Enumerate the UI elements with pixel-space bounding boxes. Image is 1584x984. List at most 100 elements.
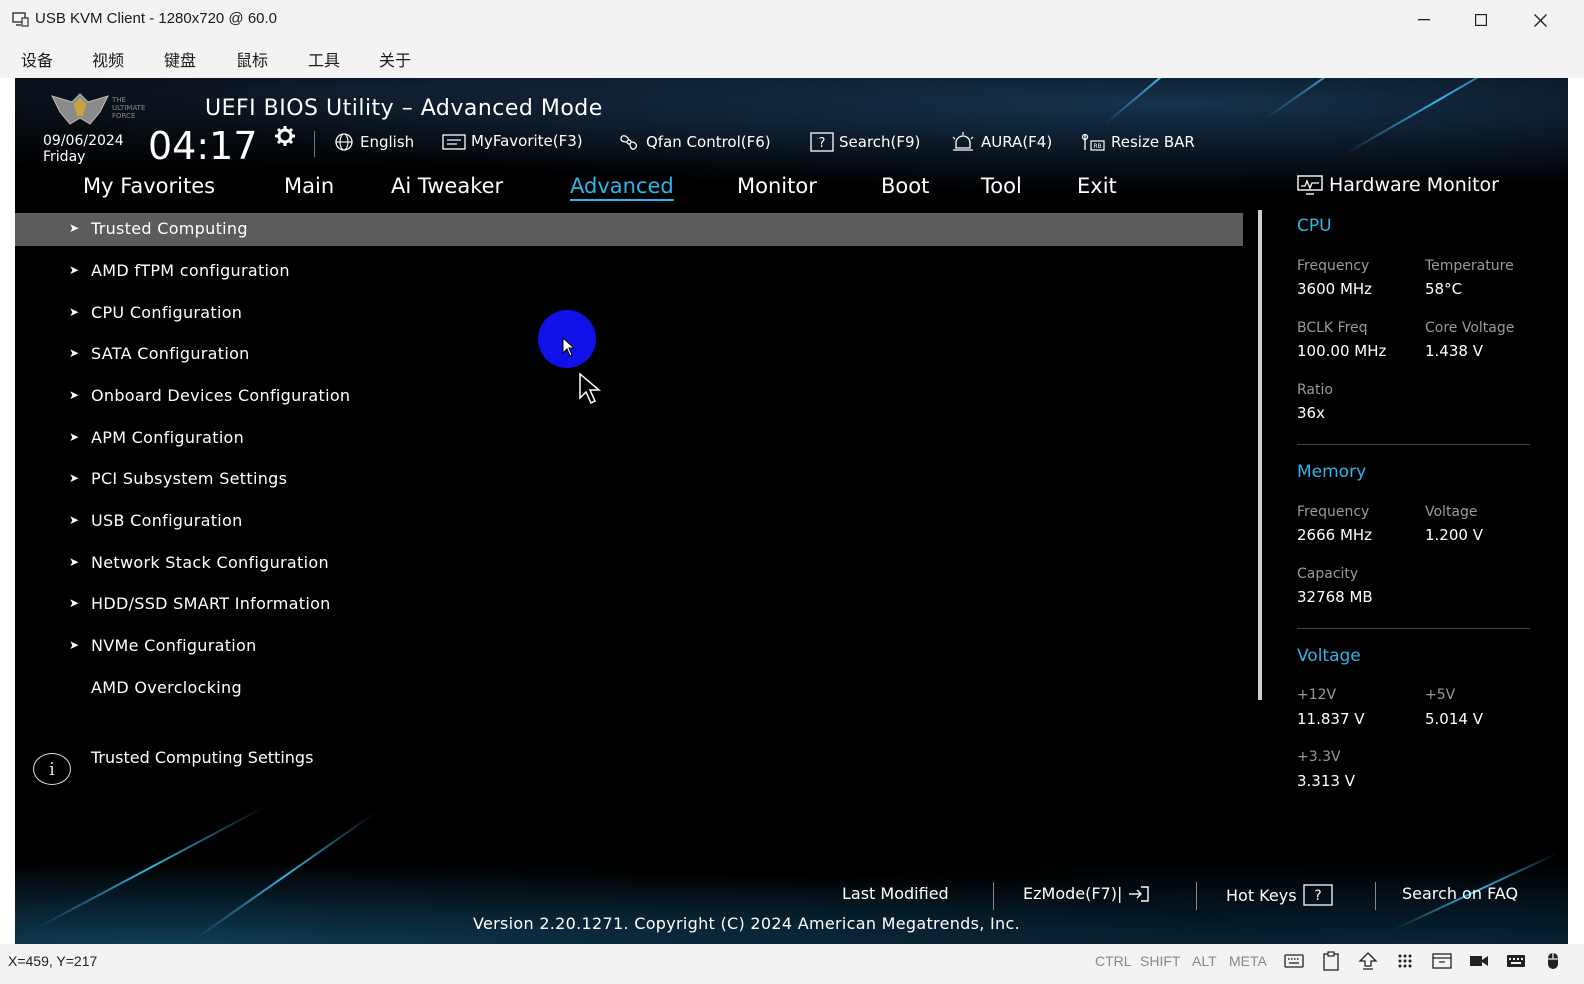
aura-label: AURA(F4) [981, 133, 1053, 151]
upload-icon[interactable] [1357, 951, 1379, 971]
tab-my-favorites[interactable]: My Favorites [83, 174, 215, 198]
menu-item-apm-configuration[interactable]: ➤ APM Configuration [15, 422, 1243, 455]
svg-text:?: ? [1314, 888, 1321, 904]
ezmode-button[interactable]: EzMode(F7)| [1023, 884, 1150, 903]
svg-text:THE: THE [111, 96, 126, 104]
menu-scrollbar[interactable] [1258, 210, 1262, 700]
cursor-arrow-icon [579, 372, 602, 405]
menu-item-hdd-ssd-smart[interactable]: ➤ HDD/SSD SMART Information [15, 588, 1243, 621]
grid-dots-icon[interactable] [1394, 951, 1416, 971]
tuf-logo: THE ULTIMATE FORCE [51, 93, 145, 125]
window-icon[interactable] [1431, 951, 1453, 971]
chevron-right-icon: ➤ [69, 638, 80, 652]
info-icon: i [33, 753, 71, 785]
bios-screen[interactable]: THE ULTIMATE FORCE UEFI BIOS Utility – A… [15, 78, 1568, 944]
tab-boot[interactable]: Boot [881, 174, 929, 198]
mem-frequency-value: 2666 MHz [1297, 526, 1373, 544]
close-icon [1533, 13, 1547, 27]
menu-item-trusted-computing[interactable]: ➤ Trusted Computing [15, 213, 1243, 246]
menu-tools[interactable]: 工具 [308, 47, 340, 71]
last-modified-button[interactable]: Last Modified [842, 884, 949, 903]
core-voltage-label: Core Voltage [1425, 320, 1515, 336]
gear-icon[interactable] [274, 125, 296, 147]
help-box-icon: ? [810, 132, 834, 152]
mouse-icon[interactable] [1542, 951, 1564, 971]
search-label: Search(F9) [839, 133, 921, 151]
video-camera-icon[interactable] [1468, 951, 1490, 971]
key-alt[interactable]: ALT [1192, 953, 1217, 969]
v33-label: +3.3V [1297, 749, 1341, 765]
tab-advanced[interactable]: Advanced [570, 174, 674, 198]
key-meta[interactable]: META [1229, 953, 1267, 969]
tab-exit[interactable]: Exit [1077, 174, 1117, 198]
resizebar-button[interactable]: RB Resize BAR [1080, 132, 1195, 152]
hm-section-memory: Memory [1297, 462, 1367, 482]
chevron-right-icon: ➤ [69, 388, 80, 402]
menu-video[interactable]: 视频 [92, 47, 124, 71]
chevron-right-icon: ➤ [69, 263, 80, 277]
qfan-button[interactable]: Qfan Control(F6) [617, 132, 771, 152]
hotkeys-button[interactable]: Hot Keys ? [1226, 884, 1333, 906]
close-button[interactable] [1511, 0, 1569, 40]
mem-voltage-label: Voltage [1425, 504, 1478, 520]
header-divider [314, 131, 315, 157]
resizebar-label: Resize BAR [1111, 133, 1195, 151]
menu-item-cpu-configuration[interactable]: ➤ CPU Configuration [15, 297, 1243, 330]
clock[interactable]: 04:17 [148, 124, 258, 168]
menu-item-onboard-devices[interactable]: ➤ Onboard Devices Configuration [15, 380, 1243, 413]
tab-monitor[interactable]: Monitor [737, 174, 817, 198]
key-shift[interactable]: SHIFT [1140, 953, 1180, 969]
maximize-icon [1475, 14, 1487, 26]
title-bar: USB KVM Client - 1280x720 @ 60.0 [0, 0, 1584, 40]
tab-tool[interactable]: Tool [981, 174, 1022, 198]
maximize-button[interactable] [1452, 0, 1510, 40]
menu-item-pci-subsystem[interactable]: ➤ PCI Subsystem Settings [15, 463, 1243, 496]
menu-keyboard[interactable]: 键盘 [164, 47, 196, 71]
myfavorite-button[interactable]: MyFavorite(F3) [442, 132, 583, 150]
minimize-button[interactable] [1395, 0, 1453, 40]
keyboard-solid-icon[interactable] [1505, 951, 1527, 971]
chevron-right-icon: ➤ [69, 471, 80, 485]
fan-icon [620, 135, 638, 150]
copyright-text: Version 2.20.1271. Copyright (C) 2024 Am… [473, 914, 1020, 933]
clipboard-icon[interactable] [1320, 951, 1342, 971]
menu-item-amd-ftpm[interactable]: ➤ AMD fTPM configuration [15, 255, 1243, 288]
menu-about[interactable]: 关于 [379, 47, 411, 71]
search-faq-button[interactable]: Search on FAQ [1402, 884, 1518, 903]
menu-item-usb-configuration[interactable]: ➤ USB Configuration [15, 505, 1243, 538]
menu-device[interactable]: 设备 [21, 47, 53, 71]
menu-item-amd-overclocking[interactable]: AMD Overclocking [15, 672, 1243, 705]
minimize-icon [1418, 19, 1430, 21]
chevron-right-icon: ➤ [69, 555, 80, 569]
cpu-temperature-value: 58°C [1425, 280, 1463, 298]
menu-item-sata-configuration[interactable]: ➤ SATA Configuration [15, 338, 1243, 371]
tab-ai-tweaker[interactable]: Ai Tweaker [391, 174, 503, 198]
mem-voltage-value: 1.200 V [1425, 526, 1483, 544]
search-button[interactable]: ? Search(F9) [810, 132, 920, 152]
resize-bar-icon: RB [1081, 133, 1105, 151]
help-box-icon: ? [1302, 884, 1333, 906]
svg-text:RB: RB [1093, 143, 1101, 150]
keyboard-icon[interactable] [1283, 951, 1305, 971]
svg-text:ULTIMATE: ULTIMATE [112, 104, 145, 112]
hm-divider [1297, 628, 1530, 629]
cpu-temperature-label: Temperature [1425, 258, 1514, 274]
footer-divider [1196, 882, 1197, 910]
menu-item-network-stack[interactable]: ➤ Network Stack Configuration [15, 547, 1243, 580]
hm-divider [1297, 444, 1530, 445]
key-ctrl[interactable]: CTRL [1095, 953, 1132, 969]
menu-item-nvme-configuration[interactable]: ➤ NVMe Configuration [15, 630, 1243, 663]
bclk-value: 100.00 MHz [1297, 342, 1387, 360]
hardware-monitor-title: Hardware Monitor [1297, 174, 1499, 196]
svg-text:FORCE: FORCE [112, 112, 135, 120]
menu-mouse[interactable]: 鼠标 [236, 47, 268, 71]
tab-main[interactable]: Main [284, 174, 334, 198]
language-button[interactable]: English [333, 132, 414, 152]
chevron-right-icon: ➤ [69, 596, 80, 610]
hm-section-voltage: Voltage [1297, 646, 1361, 666]
globe-icon [335, 133, 353, 151]
v12-label: +12V [1297, 687, 1337, 703]
monitor-icon [1297, 175, 1323, 195]
aura-button[interactable]: AURA(F4) [950, 132, 1052, 152]
footer-divider [993, 882, 994, 910]
